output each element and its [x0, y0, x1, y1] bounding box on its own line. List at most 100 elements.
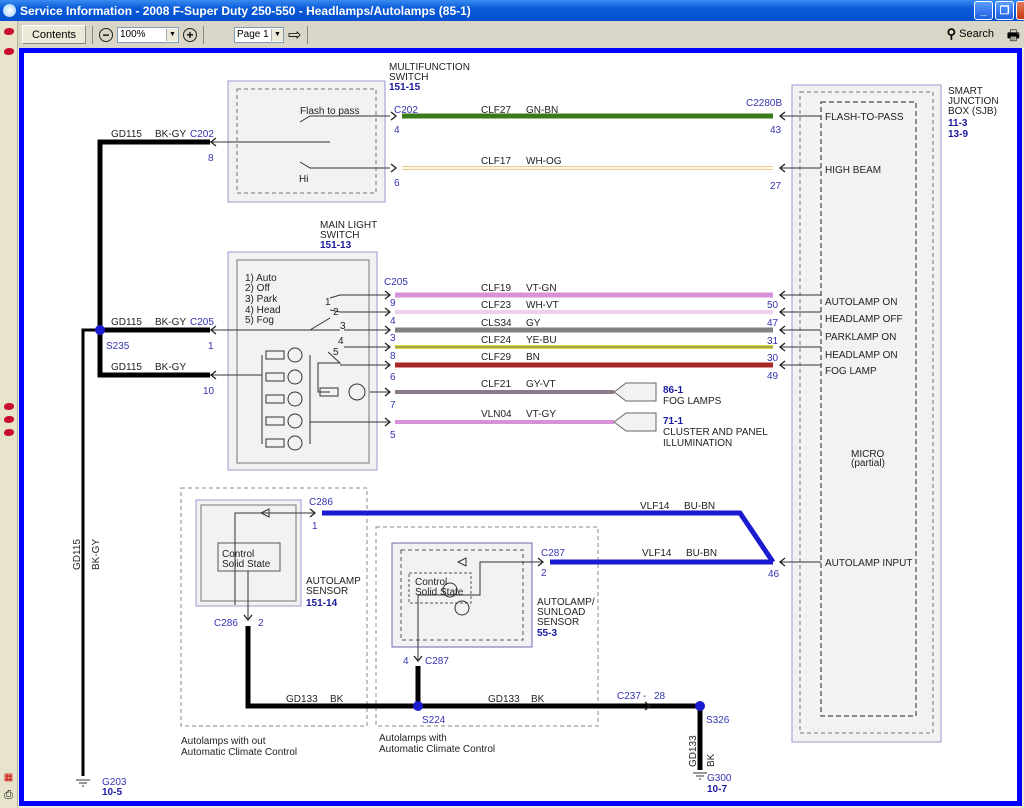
diagram-label: C202 — [394, 105, 418, 116]
diagram-label: 6 — [390, 372, 396, 383]
diagram-label: 28 — [654, 691, 666, 702]
diagram-label: 5 — [333, 347, 339, 358]
diagram-label: CLUSTER AND PANEL — [663, 427, 768, 438]
left-sidebar: ▦ ⎙ — [0, 21, 18, 808]
diagram-label: 30 — [767, 353, 779, 364]
page-value: Page 1 — [237, 29, 269, 40]
diagram-label: 3 — [340, 321, 346, 332]
bookmark-icon[interactable] — [2, 45, 15, 58]
diagram-label: FOG LAMPS — [663, 396, 722, 407]
nav-icon[interactable] — [2, 400, 15, 413]
minimize-button[interactable]: _ — [974, 1, 993, 20]
separator — [92, 25, 93, 44]
title-bar: Service Information - 2008 F-Super Duty … — [0, 0, 1024, 21]
diagram-label: 71-1 — [663, 416, 683, 427]
diagram-label: GD133 — [488, 694, 520, 705]
diagram-label: FOG LAMP — [825, 366, 877, 377]
diagram-label: 31 — [767, 336, 779, 347]
app-icon — [3, 4, 16, 17]
diagram-label: 2 — [541, 568, 547, 579]
diagram-label: AUTOLAMP INPUT — [825, 558, 912, 569]
calendar-icon[interactable]: ▦ — [2, 771, 15, 784]
diagram-label: BK-GY — [91, 539, 102, 570]
diagram-label: 7 — [390, 400, 396, 411]
diagram-label: C286 — [214, 618, 238, 629]
toolbar: Contents − 100% ▼ + Page 1 ▼ ⇨ ⚲ Search … — [18, 21, 1024, 49]
diagram-label: VT-GN — [526, 283, 557, 294]
diagram-label: 151-14 — [306, 598, 338, 609]
diagram-label: Solid State — [415, 587, 464, 598]
diagram-label: 50 — [767, 300, 779, 311]
diagram-label: CLF23 — [481, 300, 511, 311]
diagram-label: S235 — [106, 341, 130, 352]
diagram-label: HEADLAMP ON — [825, 350, 898, 361]
zoom-select[interactable]: 100% ▼ — [117, 26, 179, 43]
diagram-label: 2 — [333, 307, 339, 318]
diagram-label: GD115 — [72, 539, 83, 570]
next-page-arrow-icon[interactable]: ⇨ — [288, 25, 301, 45]
diagram-label: S326 — [706, 715, 730, 726]
diagram-label: C205 — [190, 317, 214, 328]
diagram-label: 10-5 — [102, 787, 122, 798]
search-label: Search — [959, 28, 994, 40]
diagram-label: GD115 — [111, 317, 142, 328]
diagram-label: 8 — [208, 153, 214, 164]
diagram-label: Autolamps with out — [181, 736, 266, 747]
diagram-label: VT-GY — [526, 409, 556, 420]
diagram-label: C287 — [541, 548, 565, 559]
diagram-label: GN-BN — [526, 105, 558, 116]
diagram-label: Hi — [299, 174, 308, 185]
diagram-label: BOX (SJB) — [948, 106, 997, 117]
separator — [203, 25, 204, 44]
diagram-label: 49 — [767, 371, 779, 382]
close-button[interactable] — [1016, 1, 1024, 20]
diagram-frame: MULTIFUNCTION SWITCH Flash to pass Hi MA… — [19, 48, 1022, 806]
diagram-label: GD115 — [111, 129, 142, 140]
diagram-label: SENSOR — [306, 586, 348, 597]
diagram-label: 27 — [770, 181, 782, 192]
diagram-label: AUTOLAMP ON — [825, 297, 897, 308]
diagram-label: CLF21 — [481, 379, 511, 390]
separator — [307, 25, 309, 44]
nav-icon[interactable] — [2, 413, 15, 426]
diagram-label: BK-GY — [155, 129, 186, 140]
diagram-label: BK — [531, 694, 545, 705]
diagram-label: C205 — [384, 277, 408, 288]
document-viewer[interactable]: MULTIFUNCTION SWITCH Flash to pass Hi MA… — [18, 48, 1024, 808]
diagram-label: 13-9 — [948, 129, 968, 140]
diagram-label: 151-13 — [320, 240, 352, 251]
search-icon: ⚲ — [946, 26, 957, 41]
diagram-label: G300 — [707, 773, 732, 784]
diagram-label: Solid State — [222, 559, 271, 570]
zoom-out-button[interactable]: − — [99, 27, 113, 42]
print-icon[interactable]: 🖶 — [1007, 25, 1020, 49]
splice-s224 — [413, 701, 423, 711]
diagram-label: 1 — [312, 521, 318, 532]
diagram-label: BK-GY — [155, 362, 186, 373]
diagram-label: (partial) — [851, 458, 885, 469]
zoom-in-button[interactable]: + — [183, 27, 197, 42]
diagram-label: 9 — [390, 298, 396, 309]
chevron-down-icon: ▼ — [271, 28, 283, 41]
diagram-label: C202 — [190, 129, 214, 140]
diagram-label: HIGH BEAM — [825, 165, 881, 176]
diagram-label: GD115 — [111, 362, 142, 373]
search-button[interactable]: ⚲ Search — [947, 26, 994, 42]
diagram-label: 2) Off — [245, 283, 270, 294]
diagram-label: GY-VT — [526, 379, 556, 390]
fog-lamps-connector — [613, 382, 657, 402]
diagram-label: ILLUMINATION — [663, 438, 732, 449]
diagram-label: - — [643, 691, 646, 702]
printer-icon[interactable]: ⎙ — [2, 789, 15, 802]
diagram-label: 3) Park — [245, 294, 278, 305]
diagram-label: 86-1 — [663, 385, 683, 396]
nav-icon[interactable] — [2, 426, 15, 439]
ground-symbol-g203 — [76, 779, 90, 787]
diagram-label: 10-7 — [707, 784, 727, 795]
contents-button[interactable]: Contents — [22, 25, 86, 44]
diagram-label: 151-15 — [389, 82, 421, 93]
page-select[interactable]: Page 1 ▼ — [234, 26, 284, 43]
bookmark-icon[interactable] — [2, 25, 15, 38]
diagram-label: BK — [706, 753, 717, 767]
restore-button[interactable]: ❐ — [995, 1, 1014, 20]
